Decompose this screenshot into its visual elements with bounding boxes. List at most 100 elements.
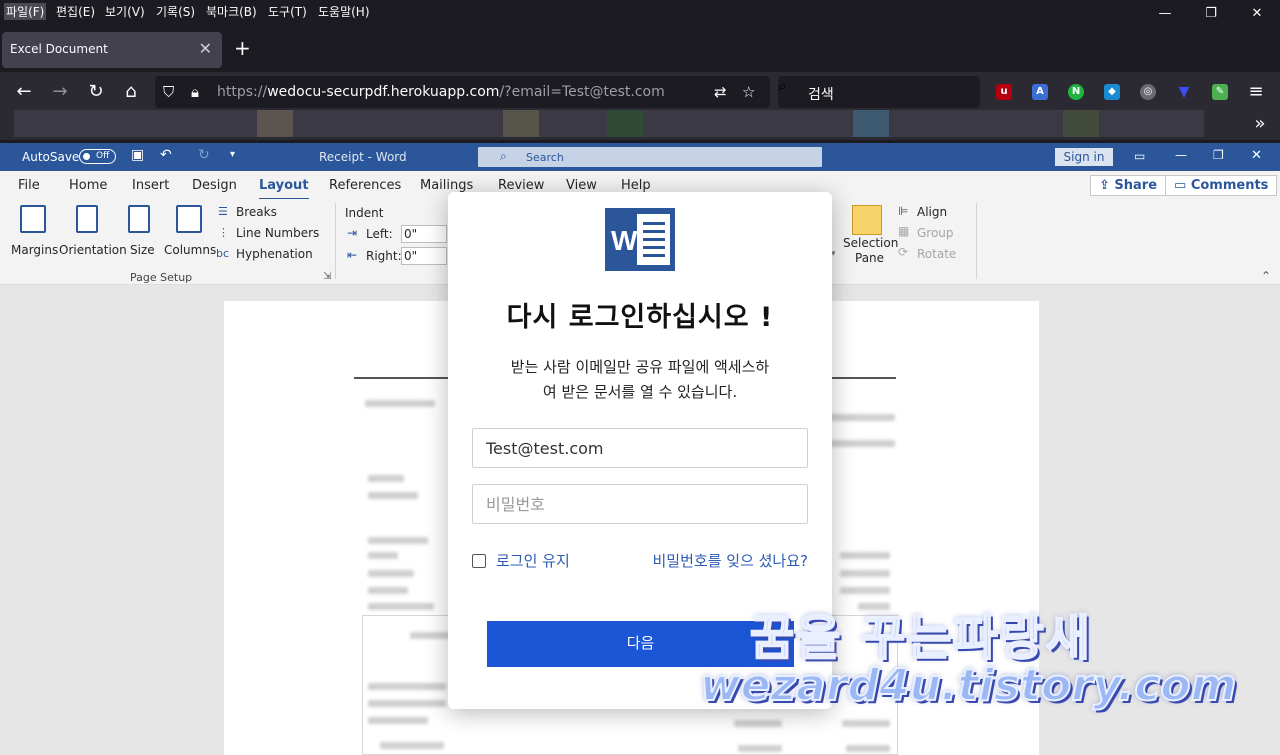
menu-edit[interactable]: 편집(E) [54,3,97,20]
globe-extension-icon[interactable]: ◎ [1140,84,1156,100]
home-icon[interactable]: ⌂ [119,80,143,104]
orientation-button[interactable]: Orientation [59,243,127,257]
indent-right-input[interactable]: 0" [401,247,447,265]
lock-icon[interactable]: 🔒︎ [191,83,199,101]
app-menu-icon[interactable]: ≡ [1244,80,1268,104]
translate-extension-icon[interactable]: A [1032,84,1048,100]
redo-icon[interactable]: ↻ [198,147,210,163]
close-window-button[interactable]: ✕ [1234,0,1280,28]
selection-pane-icon[interactable] [852,205,882,235]
tab-help[interactable]: Help [621,178,651,193]
indent-right-icon: ⇤ [347,248,358,262]
autosave-toggle[interactable]: Off [79,149,116,164]
green-extension-icon[interactable]: ✎ [1212,84,1228,100]
remember-label[interactable]: 로그인 유지 [496,550,570,571]
breaks-button[interactable]: Breaks [236,205,277,219]
tab-view[interactable]: View [566,178,597,193]
password-field[interactable] [472,484,808,524]
customize-toolbar-icon[interactable]: ▾ [230,149,235,160]
comments-button[interactable]: ▭ Comments [1165,175,1278,196]
bookmark-item[interactable] [607,110,643,137]
search-input[interactable]: 검색 [808,84,834,104]
indent-left-input[interactable]: 0" [401,225,447,243]
address-bar[interactable]: ⛉ 🔒︎ https://wedocu-securpdf.herokuapp.c… [155,76,770,108]
tab-title: Excel Document [10,42,108,56]
url-scheme: https:// [217,84,268,100]
shield-extension-icon[interactable]: ◆ [1104,84,1120,100]
tab-design[interactable]: Design [192,178,237,193]
hyphenation-icon[interactable]: bc [216,247,229,260]
bookmark-item[interactable] [1063,110,1099,137]
align-icon[interactable]: ⊫ [898,204,908,218]
search-icon: ⌕ [778,76,787,95]
browser-menubar: 파일(F) 편집(E) 보기(V) 기록(S) 북마크(B) 도구(T) 도움말… [0,0,1280,24]
undo-icon[interactable]: ↶ [160,147,172,163]
bookmark-item[interactable] [257,110,293,137]
bookmark-item[interactable] [853,110,889,137]
word-close-icon[interactable]: ✕ [1251,148,1262,163]
page-setup-launcher-icon[interactable]: ⇲ [323,271,331,282]
bookmarks-toolbar: » [0,108,1280,140]
menu-history[interactable]: 기록(S) [154,3,197,20]
screen: 파일(F) 편집(E) 보기(V) 기록(S) 북마크(B) 도구(T) 도움말… [0,0,1280,755]
hyphenation-button[interactable]: Hyphenation [236,247,313,261]
line-numbers-icon[interactable]: ⋮ [218,226,229,239]
translate-icon[interactable]: ⇄ [714,83,727,101]
line-numbers-button[interactable]: Line Numbers [236,226,319,240]
vpn-extension-icon[interactable]: ▼ [1176,84,1192,100]
shield-icon[interactable]: ⛉ [163,83,174,101]
word-minimize-icon[interactable]: — [1175,148,1187,162]
save-icon[interactable]: ▣ [131,147,144,163]
toggle-knob [83,153,90,160]
reload-icon[interactable]: ↻ [84,80,108,104]
margins-icon[interactable] [20,205,46,233]
columns-icon[interactable] [176,205,202,233]
menu-file[interactable]: 파일(F) [4,3,47,20]
bookmarks-overflow-icon[interactable]: » [1248,112,1272,136]
sign-in-button[interactable]: Sign in [1055,148,1113,166]
menu-bookmarks[interactable]: 북마크(B) [204,3,259,20]
size-icon[interactable] [128,205,150,233]
selection-pane-label-1[interactable]: Selection [843,236,898,250]
orientation-icon[interactable] [76,205,98,233]
word-restore-icon[interactable]: ❐ [1213,148,1224,162]
tab-excel-document[interactable]: Excel Document ✕ [2,32,222,68]
search-bar[interactable]: ⌕ 검색 [778,76,980,108]
word-search-box[interactable]: ⌕ Search [478,147,822,167]
forgot-password-link[interactable]: 비밀번호를 잊으 셨나요? [653,550,809,571]
minimize-button[interactable]: — [1142,0,1188,28]
ribbon-display-icon[interactable]: ▭ [1134,149,1145,163]
columns-button[interactable]: Columns [164,243,216,257]
tab-mailings[interactable]: Mailings [420,178,473,193]
collapse-ribbon-icon[interactable]: ⌃ [1261,269,1271,283]
tab-layout[interactable]: Layout [259,178,309,200]
tab-references[interactable]: References [329,178,401,193]
tab-file[interactable]: File [18,178,40,193]
bookmark-star-icon[interactable]: ☆ [742,83,755,101]
restore-button[interactable]: ❐ [1188,0,1234,28]
bookmark-item[interactable] [503,110,539,137]
menu-view[interactable]: 보기(V) [103,3,147,20]
remember-checkbox[interactable] [472,554,486,568]
breaks-icon[interactable]: ☰ [218,205,228,218]
tab-review[interactable]: Review [498,178,544,193]
menu-help[interactable]: 도움말(H) [316,3,372,20]
email-field[interactable] [472,428,808,468]
naver-extension-icon[interactable]: N [1068,84,1084,100]
share-button[interactable]: ⇪ Share [1090,175,1167,196]
margins-button[interactable]: Margins [11,243,58,257]
selection-pane-label-2[interactable]: Pane [855,251,884,265]
new-tab-button[interactable]: + [234,38,251,58]
ublock-extension-icon[interactable]: u [996,84,1012,100]
document-title: Receipt - Word [319,150,407,164]
back-icon[interactable]: ← [12,80,36,104]
ribbon-separator [335,203,336,279]
align-button[interactable]: Align [917,205,947,219]
forward-icon[interactable]: → [48,80,72,104]
menu-tools[interactable]: 도구(T) [266,3,309,20]
close-tab-icon[interactable]: ✕ [199,39,212,58]
size-button[interactable]: Size [130,243,155,257]
tab-insert[interactable]: Insert [132,178,169,193]
tab-home[interactable]: Home [69,178,107,193]
url-text[interactable]: https://wedocu-securpdf.herokuapp.com/?e… [217,84,665,100]
